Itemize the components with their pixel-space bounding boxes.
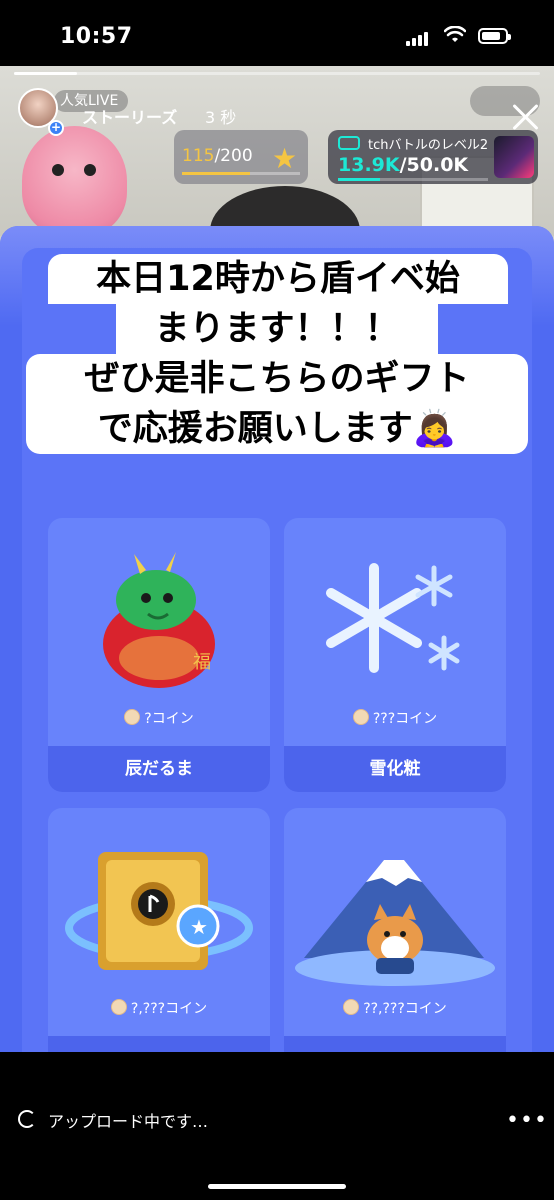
story-view[interactable]: 人気LIVE + ストーリーズ 3 秒 115/200 ★ tchバトルのレベル…: [0, 66, 554, 1052]
story-caption-line[interactable]: で応援お願いします🙇‍♀️: [26, 404, 528, 454]
gift-price: ??,???コイン: [284, 998, 506, 1018]
coin-icon: [343, 999, 360, 1015]
battle-count: 13.9K/50.0K: [338, 154, 469, 176]
battle-title: tchバトルのレベル2: [368, 138, 489, 153]
mount-fuji-corgi-icon: [295, 860, 495, 986]
gift-price: ?コイン: [48, 708, 270, 728]
bottom-bar: アップロード中です… •••: [0, 1052, 554, 1200]
coin-icon: [110, 999, 127, 1015]
battle-thumbnail: [494, 136, 534, 178]
story-caption-line[interactable]: まります！！！: [116, 304, 438, 354]
snowflake-icon: [326, 563, 460, 673]
battery-icon: [478, 28, 511, 44]
coin-icon: [124, 709, 141, 725]
star-goal-count: 115/200: [182, 146, 253, 166]
star-goal-progress: [182, 172, 300, 175]
gift-name: [48, 1036, 270, 1052]
dragon-daruma-icon: 福: [103, 552, 215, 688]
cellular-signal-icon: [406, 30, 432, 46]
battle-icon: [338, 136, 360, 150]
home-indicator[interactable]: [208, 1184, 346, 1189]
gift-name: [284, 1036, 506, 1052]
battle-level-card[interactable]: tchバトルのレベル2 13.9K/50.0K: [328, 130, 538, 184]
story-progress-bar: [14, 72, 540, 75]
gift-card[interactable]: 福 ?コイン 辰だるま: [48, 518, 270, 792]
gift-price: ?,???コイン: [48, 998, 270, 1018]
story-caption-line[interactable]: 本日12時から盾イベ始: [48, 254, 508, 304]
gift-card[interactable]: ??,???コイン: [284, 808, 506, 1052]
gold-pass-icon: ★: [65, 852, 253, 970]
star-icon: ★: [272, 142, 298, 175]
gift-card[interactable]: ???コイン 雪化粧: [284, 518, 506, 792]
background-plush-toy: [22, 126, 127, 236]
loading-spinner-icon: [18, 1110, 36, 1128]
gift-card[interactable]: ★ ?,???コイン: [48, 808, 270, 1052]
account-label[interactable]: ストーリーズ: [82, 104, 177, 128]
story-timestamp: 3 秒: [205, 108, 237, 127]
svg-text:★: ★: [190, 915, 208, 939]
svg-text:福: 福: [193, 652, 211, 673]
gift-price: ???コイン: [284, 708, 506, 728]
upload-status: アップロード中です…: [48, 1112, 209, 1131]
coin-icon: [352, 709, 369, 725]
battle-progress: [338, 178, 488, 181]
add-icon[interactable]: +: [48, 120, 64, 136]
clock: 10:57: [60, 24, 133, 49]
wifi-icon: [444, 26, 466, 42]
status-bar: 10:57: [0, 0, 554, 66]
gift-name: 辰だるま: [48, 746, 270, 792]
star-goal-card[interactable]: 115/200 ★: [174, 130, 308, 184]
story-caption-line[interactable]: ぜひ是非こちらのギフト: [26, 354, 528, 404]
close-icon[interactable]: [508, 100, 542, 134]
gift-name: 雪化粧: [284, 746, 506, 792]
more-options-icon[interactable]: •••: [506, 1108, 548, 1133]
